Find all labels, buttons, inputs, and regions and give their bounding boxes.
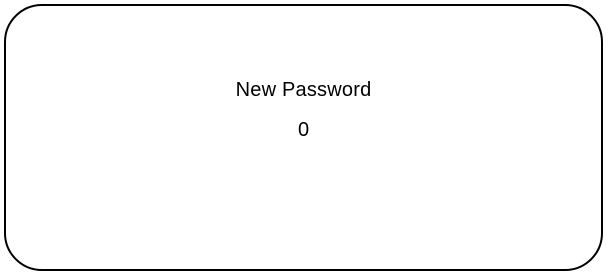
page-title: New Password	[235, 79, 372, 101]
password-value: 0	[297, 119, 310, 141]
password-content: New Password 0	[6, 76, 601, 142]
password-display-panel: New Password 0	[4, 4, 603, 271]
